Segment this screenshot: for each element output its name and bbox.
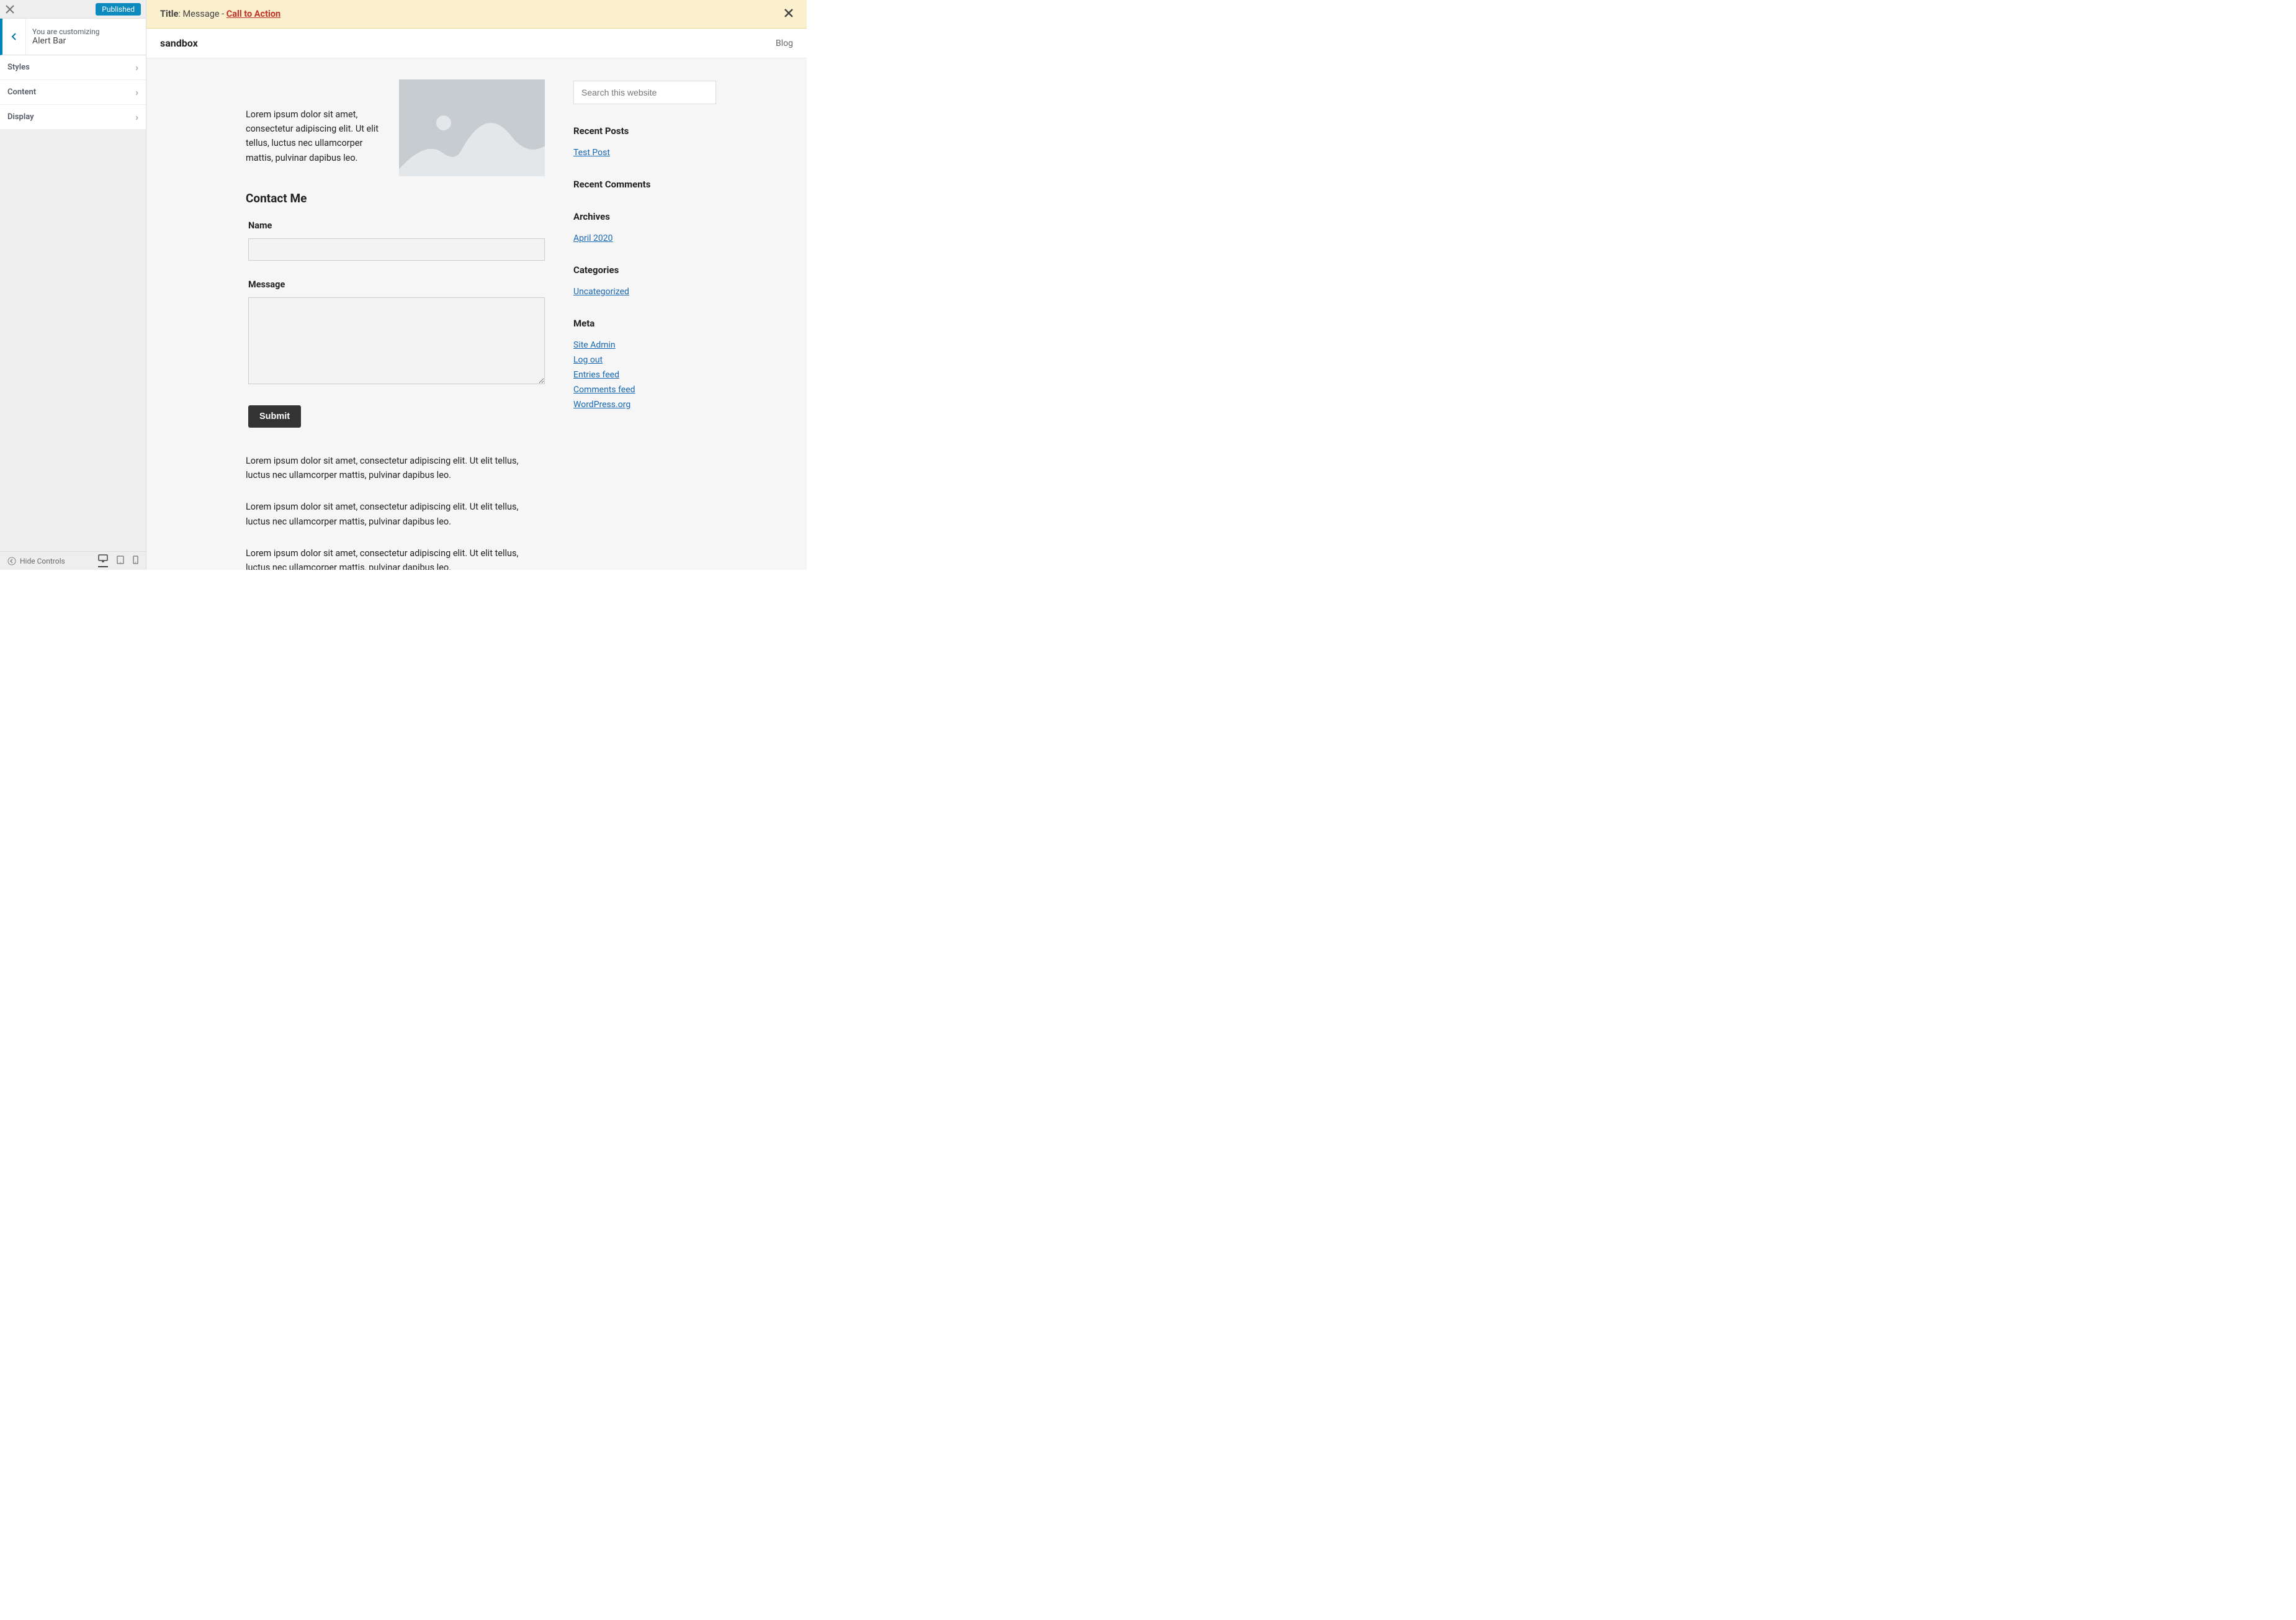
contact-heading: Contact Me — [246, 191, 545, 205]
close-icon — [6, 5, 14, 14]
widget-title: Recent Comments — [573, 179, 716, 190]
meta-link[interactable]: Comments feed — [573, 385, 716, 395]
widget-title: Meta — [573, 318, 716, 329]
sidebar-subtitle: You are customizing — [32, 27, 100, 36]
mobile-device-button[interactable] — [133, 556, 138, 566]
category-link[interactable]: Uncategorized — [573, 287, 716, 297]
alert-text: Title: Message - Call to Action — [160, 9, 280, 19]
published-badge[interactable]: Published — [96, 3, 141, 16]
sidebar-item-display[interactable]: Display › — [0, 105, 146, 130]
nav-link-blog[interactable]: Blog — [776, 38, 793, 48]
paragraph: Lorem ipsum dolor sit amet, consectetur … — [246, 454, 545, 482]
widget-archives: Archives April 2020 — [573, 211, 716, 243]
customizer-sidebar: Published You are customizing Alert Bar … — [0, 0, 146, 570]
close-icon — [784, 9, 793, 17]
alert-cta-link[interactable]: Call to Action — [226, 9, 280, 19]
widget-meta: Meta Site Admin Log out Entries feed Com… — [573, 318, 716, 410]
recent-post-link[interactable]: Test Post — [573, 148, 716, 158]
meta-link[interactable]: Entries feed — [573, 370, 716, 380]
chevron-right-icon: › — [135, 61, 138, 73]
name-label: Name — [248, 220, 545, 231]
widget-title: Archives — [573, 211, 716, 222]
search-input[interactable] — [573, 81, 716, 104]
chevron-left-icon — [11, 32, 17, 41]
archive-link[interactable]: April 2020 — [573, 233, 716, 243]
sidebar-item-styles[interactable]: Styles › — [0, 55, 146, 80]
tablet-device-button[interactable] — [117, 556, 124, 566]
message-label: Message — [248, 279, 545, 290]
collapse-icon — [7, 557, 16, 565]
site-header: sandbox Blog — [146, 29, 807, 58]
page-body[interactable]: Lorem ipsum dolor sit amet, consectetur … — [146, 58, 807, 570]
device-switcher — [98, 554, 138, 567]
message-textarea[interactable] — [248, 297, 545, 384]
sidebar-title: Alert Bar — [32, 36, 100, 46]
widget-title: Categories — [573, 264, 716, 276]
image-placeholder — [399, 79, 545, 176]
widget-title: Recent Posts — [573, 125, 716, 137]
desktop-icon — [98, 554, 108, 563]
back-button[interactable] — [2, 19, 26, 55]
name-input[interactable] — [248, 238, 545, 261]
chevron-right-icon: › — [135, 111, 138, 123]
paragraph: Lorem ipsum dolor sit amet, consectetur … — [246, 500, 545, 528]
hide-controls-button[interactable]: Hide Controls — [7, 557, 65, 565]
sidebar-widgets: Recent Posts Test Post Recent Comments A… — [573, 79, 716, 570]
mobile-icon — [133, 556, 138, 564]
tablet-icon — [117, 556, 124, 564]
sidebar-item-label: Content — [7, 88, 36, 97]
meta-link[interactable]: Site Admin — [573, 340, 716, 350]
main-column: Lorem ipsum dolor sit amet, consectetur … — [246, 79, 545, 570]
sidebar-item-content[interactable]: Content › — [0, 80, 146, 105]
customizer-section-header: You are customizing Alert Bar — [0, 19, 146, 55]
widget-recent-posts: Recent Posts Test Post — [573, 125, 716, 158]
meta-link[interactable]: Log out — [573, 355, 716, 365]
meta-link[interactable]: WordPress.org — [573, 400, 716, 410]
sidebar-item-label: Display — [7, 112, 34, 122]
intro-text: Lorem ipsum dolor sit amet, consectetur … — [246, 79, 380, 176]
widget-recent-comments: Recent Comments — [573, 179, 716, 190]
customizer-controls: Styles › Content › Display › — [0, 55, 146, 130]
paragraph: Lorem ipsum dolor sit amet, consectetur … — [246, 546, 545, 570]
close-customizer-button[interactable] — [5, 4, 15, 14]
chevron-right-icon: › — [135, 86, 138, 98]
desktop-device-button[interactable] — [98, 554, 108, 567]
site-title[interactable]: sandbox — [160, 37, 198, 49]
widget-categories: Categories Uncategorized — [573, 264, 716, 297]
sidebar-top: Published — [0, 0, 146, 19]
sidebar-footer: Hide Controls — [0, 551, 146, 570]
preview-pane: Title: Message - Call to Action sandbox … — [146, 0, 807, 570]
alert-close-button[interactable] — [784, 7, 793, 20]
image-icon — [399, 79, 545, 176]
submit-button[interactable]: Submit — [248, 405, 301, 428]
alert-bar: Title: Message - Call to Action — [146, 0, 807, 29]
sidebar-item-label: Styles — [7, 63, 30, 72]
